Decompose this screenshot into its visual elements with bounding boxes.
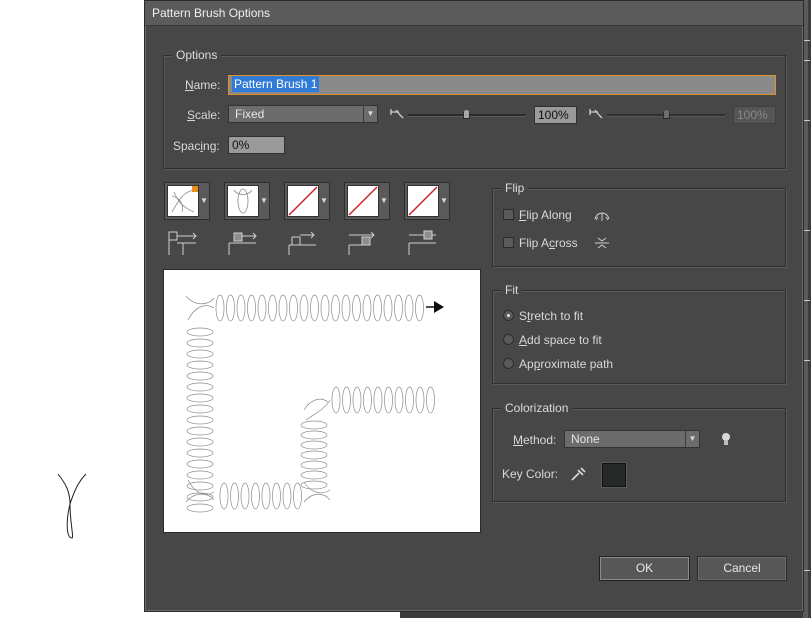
pattern-brush-options-dialog: Pattern Brush Options Options Name: Patt… (144, 0, 804, 612)
start-tile-button[interactable]: ▼ (344, 182, 390, 220)
chevron-down-icon: ▼ (380, 196, 388, 205)
outer-corner-tile-preview (233, 188, 253, 214)
pattern-preview (163, 269, 481, 533)
scale-value-field[interactable]: 100% (534, 106, 577, 124)
eyedropper-icon[interactable] (569, 466, 587, 482)
lightbulb-icon[interactable] (717, 431, 735, 447)
pattern-preview-drawing (185, 294, 444, 513)
scale-label: Scale: (187, 108, 221, 122)
spacing-field[interactable]: 0% (228, 136, 285, 154)
flip-group: Flip (492, 181, 786, 267)
outer-corner-tile-button[interactable]: ▼ (224, 182, 270, 220)
flip-across-icon (595, 237, 609, 249)
chevron-down-icon: ▼ (260, 196, 268, 205)
none-tile-icon (348, 186, 378, 216)
options-group-label: Options (172, 48, 222, 62)
side-tile-button[interactable]: ▼ (164, 182, 210, 220)
approximate-path-radio[interactable] (503, 358, 514, 369)
background-loop-shape (57, 473, 87, 539)
end-tile-button[interactable]: ▼ (404, 182, 450, 220)
name-input-value: Pattern Brush 1 (232, 76, 320, 92)
dialog-title: Pattern Brush Options (145, 1, 803, 26)
inner-corner-tile-icon (288, 231, 316, 255)
chevron-down-icon: ▼ (320, 196, 328, 205)
name-label: Name: (185, 78, 221, 92)
colorization-method-dropdown[interactable]: None ▼ (564, 430, 700, 448)
add-space-to-fit-radio[interactable] (503, 334, 514, 345)
flip-across-label[interactable]: Flip Across (519, 236, 578, 250)
stretch-to-fit-label[interactable]: Stretch to fit (519, 309, 583, 323)
scale-mode-dropdown[interactable]: Fixed ▼ (228, 105, 378, 123)
outer-corner-tile-icon (228, 232, 257, 255)
scale-max-value-field: 100% (733, 106, 776, 124)
flip-along-icon (594, 212, 610, 221)
chevron-down-icon: ▼ (685, 431, 699, 447)
approximate-path-label[interactable]: Approximate path (519, 357, 613, 371)
flip-along-checkbox[interactable] (503, 209, 514, 220)
scale-max-icon (589, 109, 603, 119)
flip-across-checkbox[interactable] (503, 237, 514, 248)
colorization-group: Colorization (492, 401, 786, 502)
chevron-down-icon: ▼ (200, 196, 208, 205)
cancel-button[interactable]: Cancel (697, 556, 787, 581)
flip-group-label: Flip (501, 181, 529, 195)
none-tile-icon (288, 186, 318, 216)
chevron-down-icon: ▼ (363, 106, 377, 122)
inner-corner-tile-button[interactable]: ▼ (284, 182, 330, 220)
flip-along-label[interactable]: Flip Along (519, 208, 572, 222)
side-tile-icon (168, 231, 197, 255)
fit-group-label: Fit (501, 283, 523, 297)
method-label: Method: (513, 433, 557, 447)
key-color-label: Key Color: (502, 467, 559, 481)
end-tile-icon (408, 230, 436, 255)
chevron-down-icon: ▼ (440, 196, 448, 205)
colorization-group-label: Colorization (501, 401, 573, 415)
name-input[interactable]: Pattern Brush 1 (228, 75, 776, 95)
scale-min-icon (390, 109, 404, 119)
none-tile-icon (408, 186, 438, 216)
ok-button[interactable]: OK (599, 556, 690, 581)
spacing-label: Spacing: (173, 139, 220, 153)
scale-mode-value: Fixed (235, 107, 265, 121)
key-color-swatch[interactable] (602, 463, 626, 487)
start-tile-icon (348, 231, 375, 255)
add-space-to-fit-label[interactable]: Add space to fit (519, 333, 602, 347)
colorization-method-value: None (571, 432, 600, 446)
stretch-to-fit-radio[interactable] (503, 310, 514, 321)
